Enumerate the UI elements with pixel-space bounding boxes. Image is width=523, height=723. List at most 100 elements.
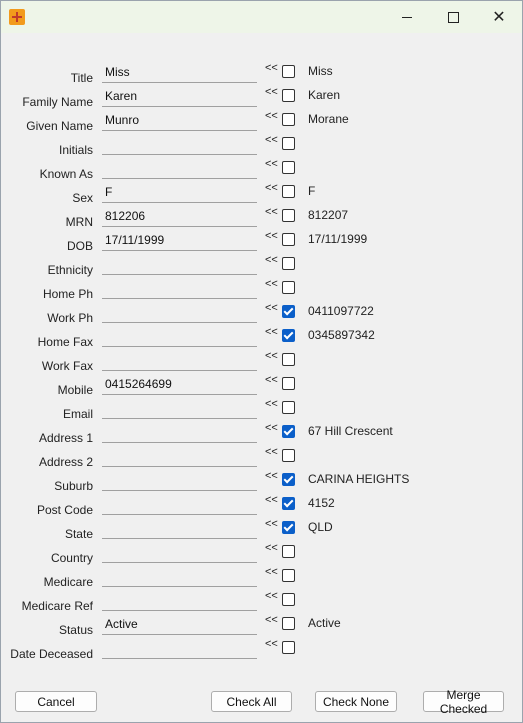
copy-arrow-button[interactable]: << — [265, 518, 278, 530]
merge-checkbox[interactable] — [282, 113, 295, 126]
copy-arrow-button[interactable]: << — [265, 374, 278, 386]
field-input[interactable] — [102, 472, 257, 491]
merge-checkbox[interactable] — [282, 161, 295, 174]
field-label: Initials — [58, 143, 93, 157]
field-input[interactable]: 0415264699 — [102, 376, 257, 395]
copy-arrow-button[interactable]: << — [265, 302, 278, 314]
merge-checkbox[interactable] — [282, 593, 295, 606]
merge-checkbox[interactable] — [282, 641, 295, 654]
field-input[interactable]: Active — [102, 616, 257, 635]
copy-arrow-button[interactable]: << — [265, 350, 278, 362]
field-label: Home Ph — [42, 287, 93, 301]
field-input[interactable] — [102, 400, 257, 419]
check-all-button[interactable]: Check All — [211, 691, 292, 712]
source-value: 0345897342 — [308, 328, 375, 342]
source-value: Karen — [308, 88, 341, 102]
field-input[interactable]: 17/11/1999 — [102, 232, 257, 251]
field-input[interactable]: F — [102, 184, 257, 203]
copy-arrow-button[interactable]: << — [265, 590, 278, 602]
merge-checkbox[interactable] — [282, 449, 295, 462]
merge-checkbox[interactable] — [282, 497, 295, 510]
merge-checkbox[interactable] — [282, 209, 295, 222]
field-input[interactable] — [102, 304, 257, 323]
copy-arrow-button[interactable]: << — [265, 110, 278, 122]
title-bar: ✕ — [1, 1, 522, 33]
copy-arrow-button[interactable]: << — [265, 566, 278, 578]
maximize-button[interactable] — [430, 1, 476, 33]
field-label: Work Fax — [41, 359, 93, 373]
field-input[interactable] — [102, 424, 257, 443]
field-input[interactable] — [102, 448, 257, 467]
merge-checkbox[interactable] — [282, 425, 295, 438]
merge-checkbox[interactable] — [282, 305, 295, 318]
field-input[interactable]: Miss — [102, 64, 257, 83]
field-input[interactable]: 812206 — [102, 208, 257, 227]
copy-arrow-button[interactable]: << — [265, 494, 278, 506]
field-input[interactable] — [102, 280, 257, 299]
field-row: Country << — [1, 542, 523, 568]
field-row: Work Ph << 0411097722 — [1, 302, 523, 328]
source-value: 17/11/1999 — [308, 232, 368, 246]
copy-arrow-button[interactable]: << — [265, 254, 278, 266]
field-input[interactable] — [102, 640, 257, 659]
field-input[interactable] — [102, 256, 257, 275]
close-button[interactable]: ✕ — [476, 1, 522, 33]
copy-arrow-button[interactable]: << — [265, 422, 278, 434]
minimize-button[interactable] — [384, 1, 430, 33]
copy-arrow-button[interactable]: << — [265, 398, 278, 410]
merge-checked-button[interactable]: Merge Checked — [423, 688, 504, 716]
field-row: Home Fax << 0345897342 — [1, 326, 523, 352]
check-none-button[interactable]: Check None — [315, 691, 397, 712]
merge-checkbox[interactable] — [282, 137, 295, 150]
merge-checkbox[interactable] — [282, 353, 295, 366]
field-row: Ethnicity << — [1, 254, 523, 280]
source-value: 67 Hill Crescent — [308, 424, 393, 438]
merge-checkbox[interactable] — [282, 257, 295, 270]
cancel-button[interactable]: Cancel — [15, 691, 97, 712]
merge-checkbox[interactable] — [282, 617, 295, 630]
copy-arrow-button[interactable]: << — [265, 638, 278, 650]
copy-arrow-button[interactable]: << — [265, 182, 278, 194]
merge-checkbox[interactable] — [282, 233, 295, 246]
field-row: DOB 17/11/1999 << 17/11/1999 — [1, 230, 523, 256]
field-input[interactable] — [102, 520, 257, 539]
merge-checkbox[interactable] — [282, 569, 295, 582]
copy-arrow-button[interactable]: << — [265, 158, 278, 170]
field-input[interactable] — [102, 496, 257, 515]
field-label: DOB — [66, 239, 93, 253]
source-value: Miss — [308, 64, 333, 78]
field-row: Given Name Munro << Morane — [1, 110, 523, 136]
field-input[interactable] — [102, 352, 257, 371]
merge-checkbox[interactable] — [282, 65, 295, 78]
merge-checkbox[interactable] — [282, 401, 295, 414]
copy-arrow-button[interactable]: << — [265, 470, 278, 482]
source-value: F — [308, 184, 316, 198]
merge-checkbox[interactable] — [282, 185, 295, 198]
field-input[interactable]: Karen — [102, 88, 257, 107]
field-input[interactable] — [102, 544, 257, 563]
copy-arrow-button[interactable]: << — [265, 326, 278, 338]
copy-arrow-button[interactable]: << — [265, 230, 278, 242]
copy-arrow-button[interactable]: << — [265, 542, 278, 554]
copy-arrow-button[interactable]: << — [265, 86, 278, 98]
merge-checkbox[interactable] — [282, 521, 295, 534]
merge-checkbox[interactable] — [282, 281, 295, 294]
copy-arrow-button[interactable]: << — [265, 614, 278, 626]
field-input[interactable] — [102, 592, 257, 611]
copy-arrow-button[interactable]: << — [265, 206, 278, 218]
copy-arrow-button[interactable]: << — [265, 134, 278, 146]
merge-checkbox[interactable] — [282, 377, 295, 390]
merge-checkbox[interactable] — [282, 329, 295, 342]
field-input[interactable] — [102, 136, 257, 155]
field-input[interactable]: Munro — [102, 112, 257, 131]
copy-arrow-button[interactable]: << — [265, 446, 278, 458]
field-input[interactable] — [102, 160, 257, 179]
merge-checkbox[interactable] — [282, 545, 295, 558]
merge-checkbox[interactable] — [282, 473, 295, 486]
merge-checkbox[interactable] — [282, 89, 295, 102]
copy-arrow-button[interactable]: << — [265, 278, 278, 290]
field-input[interactable] — [102, 568, 257, 587]
copy-arrow-button[interactable]: << — [265, 62, 278, 74]
field-input[interactable] — [102, 328, 257, 347]
maximize-icon — [447, 11, 459, 23]
